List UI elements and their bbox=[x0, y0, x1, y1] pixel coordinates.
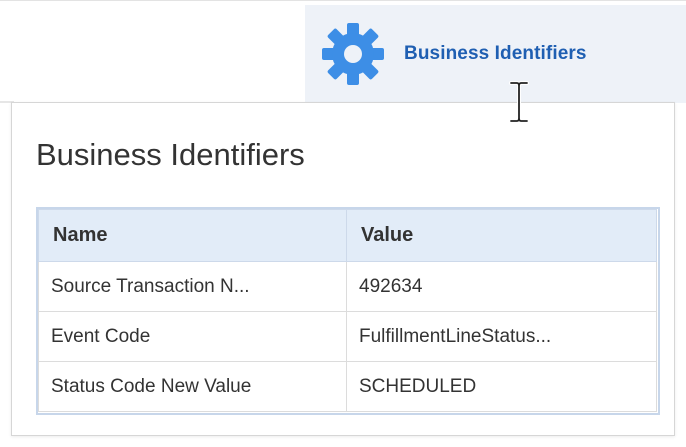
popup-title: Business Identifiers bbox=[36, 137, 305, 172]
business-identifiers-popup: Business Identifiers Name Value Source T… bbox=[11, 102, 675, 436]
business-identifiers-label: Business Identifiers bbox=[404, 43, 587, 64]
cell-name: Status Code New Value bbox=[38, 361, 347, 412]
identifiers-grid: Name Value Source Transaction N... 49263… bbox=[38, 209, 657, 412]
business-identifiers-link[interactable]: Business Identifiers bbox=[305, 5, 686, 103]
table-row[interactable]: Event Code FulfillmentLineStatus... bbox=[38, 311, 657, 362]
top-bar: Business Identifiers bbox=[0, 0, 686, 104]
cell-name: Event Code bbox=[38, 311, 347, 362]
cell-value: FulfillmentLineStatus... bbox=[346, 311, 657, 362]
app-canvas: Business Identifiers Business Identifier… bbox=[0, 0, 686, 447]
column-header-value[interactable]: Value bbox=[346, 209, 657, 262]
identifiers-table: Name Value Source Transaction N... 49263… bbox=[36, 207, 660, 415]
gear-icon bbox=[322, 23, 384, 85]
cell-name: Source Transaction N... bbox=[38, 261, 347, 312]
cell-value: SCHEDULED bbox=[346, 361, 657, 412]
cell-value: 492634 bbox=[346, 261, 657, 312]
table-row[interactable]: Status Code New Value SCHEDULED bbox=[38, 361, 657, 412]
table-row[interactable]: Source Transaction N... 492634 bbox=[38, 261, 657, 312]
column-header-name[interactable]: Name bbox=[38, 209, 347, 262]
ibeam-cursor-icon bbox=[509, 81, 529, 123]
table-header-row: Name Value bbox=[38, 209, 657, 262]
